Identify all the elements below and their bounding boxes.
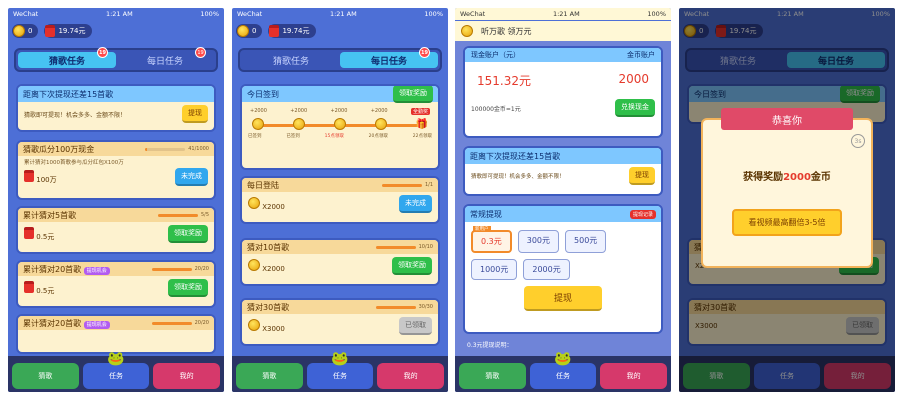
coin-amount: 2000 — [618, 72, 649, 86]
task-card: 累计猜对20首歌 提现机会 20/20 0.5元 领取奖励 — [16, 260, 216, 308]
balance-bar: 0 19.74元 — [12, 21, 220, 41]
nav-tasks[interactable]: 🐸 任务 — [529, 351, 597, 389]
bottom-nav: 猜歌 🐸 任务 我的 — [455, 351, 671, 392]
red-envelope-icon — [24, 280, 34, 293]
phone-screen-song-tasks: WeChat 1:21 AM 100% 0 19.74元 猜歌任务 19 每日任务 19… — [8, 8, 224, 392]
nav-mine[interactable]: 我的 — [377, 363, 445, 389]
amount-option-selected[interactable]: 新用户 0.3元 — [471, 226, 512, 253]
amount-option[interactable]: 300元 — [517, 230, 560, 253]
withdraw-chance-tag: 提现机会 — [83, 266, 110, 275]
task-card: 猜对10首歌 10/10 X2000 领取奖励 — [240, 238, 440, 286]
coin-balance: 0 — [12, 24, 39, 38]
coin-balance: 0 — [236, 24, 263, 38]
congrats-ribbon: 恭喜你 — [721, 108, 853, 130]
task-card: 每日登陆 1/1 X2000 未完成 — [240, 176, 440, 224]
withdraw-chance-tag: 提现机会 — [83, 320, 110, 329]
phone-screen-reward-modal: WeChat 1:21 AM 100% 0 19.74元 猜歌任务 每日任务 今日签… — [679, 8, 895, 392]
card-title: 距离下次提现还差15首歌 — [18, 86, 214, 102]
sign-in-timeline: 🎁 — [242, 115, 438, 133]
nav-tasks[interactable]: 🐸 任务 — [82, 351, 150, 389]
task-card: 累计猜对5首歌 5/5 0.5元 领取奖励 — [16, 206, 216, 254]
nav-mine[interactable]: 我的 — [600, 363, 668, 389]
cash-balance: 19.74元 — [44, 24, 92, 38]
coin-icon — [333, 118, 346, 130]
amount-option[interactable]: 500元 — [565, 230, 607, 253]
mascot-icon: 🐸 — [107, 351, 125, 367]
withdraw-progress-card: 距离下次提现还差15首歌 猜歌即可提现！机会多多、金额不限！ 提现 — [16, 84, 216, 132]
app-bar: 听万歌 领万元 — [455, 21, 671, 41]
notification-badge: 19 — [195, 47, 206, 58]
reward-message: 获得奖励2000金币 — [743, 172, 831, 183]
coin-icon — [374, 118, 387, 130]
withdraw-record-link[interactable]: 提现记录 — [629, 209, 656, 219]
nav-guess-song[interactable]: 猜歌 — [12, 363, 79, 389]
nav-mine[interactable]: 我的 — [153, 363, 221, 389]
task-card: 猜对30首歌 30/30 X3000 已领取 — [240, 298, 440, 346]
withdraw-button[interactable]: 提现 — [629, 167, 655, 185]
cash-amount: 151.32元 — [477, 74, 531, 88]
task-card: 累计猜对20首歌 提现机会 20/20 — [16, 314, 216, 354]
status-bar: WeChat 1:21 AM 100% — [237, 10, 443, 18]
coin-icon — [248, 319, 260, 331]
red-envelope-icon — [24, 169, 34, 182]
countdown-timer[interactable]: 3s — [851, 134, 865, 148]
bottom-nav: 猜歌 🐸 任务 我的 — [8, 351, 224, 392]
tab-daily-tasks[interactable]: 每日任务 19 — [340, 47, 438, 68]
phone-screen-daily-tasks: WeChat 1:21 AM 100% 0 19.74元 猜歌任务 每日任务 19 今… — [232, 8, 448, 392]
status-bar: WeChat 1:21 AM 100% — [13, 10, 219, 18]
tab-song-tasks[interactable]: 猜歌任务 19 — [18, 47, 116, 68]
claim-reward-button[interactable]: 领取奖励 — [393, 86, 433, 103]
gift-icon: 🎁 — [415, 118, 428, 130]
nav-tasks[interactable]: 🐸 任务 — [306, 351, 374, 389]
claim-reward-button[interactable]: 领取奖励 — [168, 225, 208, 243]
app-logo-icon[interactable] — [461, 25, 473, 37]
red-envelope-icon — [24, 226, 34, 239]
withdraw-options-card: 常规提现 提现记录 新用户 0.3元 300元 500元 1000元 2000元 提… — [463, 204, 663, 334]
tab-daily-tasks[interactable]: 每日任务 19 — [116, 47, 214, 68]
sign-in-card: 今日签到 领取奖励 +2000 +2000 +2000 +2000 全勤奖 🎁 已签到 已签… — [240, 84, 440, 170]
nav-guess-song[interactable]: 猜歌 — [236, 363, 303, 389]
red-envelope-icon — [269, 25, 280, 37]
coin-icon — [252, 118, 264, 130]
notification-badge: 19 — [419, 47, 430, 58]
incomplete-button[interactable]: 未完成 — [175, 168, 208, 186]
coin-icon — [248, 197, 260, 209]
bottom-nav: 猜歌 🐸 任务 我的 — [232, 351, 448, 392]
withdraw-progress-card: 距离下次提现还差15首歌 猜歌即可提现！机会多多、金额不限！ 提现 — [463, 146, 663, 196]
watch-video-double-button[interactable]: 看视频最高翻倍3-5倍 — [732, 209, 842, 236]
claim-reward-button[interactable]: 领取奖励 — [392, 257, 432, 275]
notification-badge: 19 — [97, 47, 108, 58]
claimed-button[interactable]: 已领取 — [399, 317, 432, 335]
balance-bar: 0 19.74元 — [236, 21, 444, 41]
mascot-icon: 🐸 — [331, 351, 349, 367]
coin-icon — [13, 25, 25, 37]
claim-reward-button[interactable]: 领取奖励 — [168, 279, 208, 297]
coin-icon — [248, 259, 260, 271]
mascot-icon: 🐸 — [554, 351, 572, 367]
reward-modal: 恭喜你 3s 获得奖励2000金币 看视频最高翻倍3-5倍 — [701, 108, 873, 268]
amount-option[interactable]: 1000元 — [471, 259, 518, 280]
tab-song-tasks[interactable]: 猜歌任务 — [242, 52, 340, 68]
withdraw-button[interactable]: 提现 — [182, 105, 208, 123]
nav-guess-song[interactable]: 猜歌 — [459, 363, 526, 389]
phone-screen-withdraw: WeChat 1:21 AM 100% 听万歌 领万元 现金账户（元） 金币账户 15… — [455, 8, 671, 392]
incomplete-button[interactable]: 未完成 — [399, 195, 432, 213]
task-tabs: 猜歌任务 每日任务 19 — [238, 47, 442, 72]
coin-icon — [237, 25, 249, 37]
status-bar: WeChat 1:21 AM 100% — [455, 8, 671, 20]
task-card: 猜歌瓜分100万现金 41/1000 累计猜对1000首歌参与瓜分红包X100万 … — [16, 140, 216, 200]
coin-icon — [292, 118, 305, 130]
exchange-cash-button[interactable]: 兑换现金 — [615, 99, 655, 117]
account-card: 现金账户（元） 金币账户 151.32元 2000 100000金币=1元 兑换现金 — [463, 46, 663, 138]
cash-balance: 19.74元 — [268, 24, 316, 38]
task-tabs: 猜歌任务 19 每日任务 19 — [14, 47, 218, 72]
withdraw-submit-button[interactable]: 提现 — [523, 286, 602, 311]
amount-option[interactable]: 2000元 — [523, 259, 570, 280]
red-envelope-icon — [45, 25, 56, 37]
